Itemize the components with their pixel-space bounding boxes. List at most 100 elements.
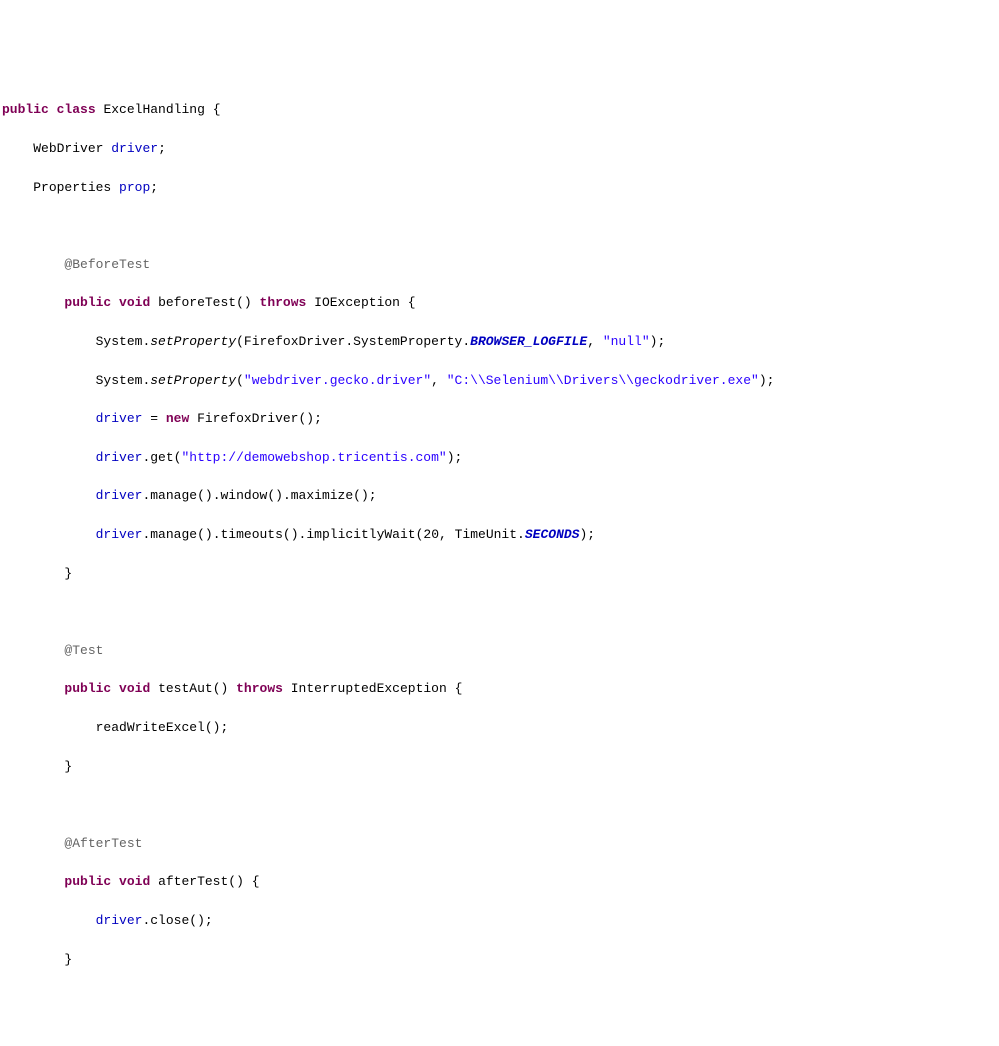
comma: , bbox=[439, 527, 447, 542]
dot: . bbox=[142, 527, 150, 542]
brace-close: } bbox=[64, 759, 72, 774]
paren-close: ) bbox=[447, 450, 455, 465]
string-null: "null" bbox=[603, 334, 650, 349]
dot: . bbox=[213, 488, 221, 503]
code-line: driver.close(); bbox=[2, 911, 997, 930]
semicolon: ; bbox=[220, 720, 228, 735]
code-line: public void testAut() throws Interrupted… bbox=[2, 679, 997, 698]
field-driver: driver bbox=[96, 450, 143, 465]
class-system-property: SystemProperty bbox=[353, 334, 462, 349]
keyword-public: public bbox=[64, 681, 111, 696]
field-driver: driver bbox=[96, 488, 143, 503]
paren-open: ( bbox=[283, 527, 291, 542]
semicolon: ; bbox=[369, 488, 377, 503]
string-gecko-path: "C:\\Selenium\\Drivers\\geckodriver.exe" bbox=[447, 373, 759, 388]
brace-open: { bbox=[252, 874, 260, 889]
code-line: readWriteExcel(); bbox=[2, 718, 997, 737]
brace-open: { bbox=[213, 102, 221, 117]
semicolon: ; bbox=[158, 141, 166, 156]
code-line: public void beforeTest() throws IOExcept… bbox=[2, 293, 997, 312]
method-maximize: maximize bbox=[291, 488, 353, 503]
keyword-public: public bbox=[64, 874, 111, 889]
semicolon: ; bbox=[455, 450, 463, 465]
method-manage: manage bbox=[150, 488, 197, 503]
paren-close: ) bbox=[291, 527, 299, 542]
code-line: @BeforeTest bbox=[2, 255, 997, 274]
brace-close: } bbox=[64, 566, 72, 581]
paren-close: ) bbox=[244, 295, 252, 310]
dot: . bbox=[283, 488, 291, 503]
paren-close: ) bbox=[213, 720, 221, 735]
class-name: ExcelHandling bbox=[103, 102, 204, 117]
method-manage: manage bbox=[150, 527, 197, 542]
keyword-throws: throws bbox=[260, 295, 307, 310]
keyword-void: void bbox=[119, 874, 150, 889]
code-line: System.setProperty(FirefoxDriver.SystemP… bbox=[2, 332, 997, 351]
method-set-property: setProperty bbox=[150, 373, 236, 388]
type-ioexception: IOException bbox=[314, 295, 400, 310]
code-line: driver.manage().window().maximize(); bbox=[2, 486, 997, 505]
code-line: public class ExcelHandling { bbox=[2, 100, 997, 119]
annotation-after-test: @AfterTest bbox=[64, 836, 142, 851]
paren-close: ) bbox=[221, 681, 229, 696]
dot: . bbox=[345, 334, 353, 349]
paren-close: ) bbox=[361, 488, 369, 503]
keyword-new: new bbox=[166, 411, 189, 426]
dot: . bbox=[213, 527, 221, 542]
paren-open: ( bbox=[228, 874, 236, 889]
keyword-void: void bbox=[119, 295, 150, 310]
code-line: } bbox=[2, 757, 997, 776]
method-before-test: beforeTest bbox=[158, 295, 236, 310]
paren-close: ) bbox=[236, 874, 244, 889]
code-blank-line bbox=[2, 216, 997, 235]
type-interrupted-exception: InterruptedException bbox=[291, 681, 447, 696]
method-implicitly-wait: implicitlyWait bbox=[306, 527, 415, 542]
code-line: } bbox=[2, 564, 997, 583]
number-20: 20 bbox=[423, 527, 439, 542]
field-driver: driver bbox=[96, 411, 143, 426]
code-line: public void afterTest() { bbox=[2, 872, 997, 891]
semicolon: ; bbox=[587, 527, 595, 542]
class-system: System bbox=[96, 373, 143, 388]
paren-open: ( bbox=[213, 681, 221, 696]
paren-open: ( bbox=[189, 913, 197, 928]
paren-open: ( bbox=[197, 527, 205, 542]
constant-seconds: SECONDS bbox=[525, 527, 580, 542]
method-test-aut: testAut bbox=[158, 681, 213, 696]
code-line: Properties prop; bbox=[2, 178, 997, 197]
code-line: @AfterTest bbox=[2, 834, 997, 853]
method-after-test: afterTest bbox=[158, 874, 228, 889]
code-blank-line bbox=[2, 602, 997, 621]
code-block: public class ExcelHandling { WebDriver d… bbox=[2, 81, 997, 988]
paren-close: ) bbox=[306, 411, 314, 426]
class-timeunit: TimeUnit bbox=[455, 527, 517, 542]
dot: . bbox=[299, 527, 307, 542]
constant-browser-logfile: BROWSER_LOGFILE bbox=[470, 334, 587, 349]
method-read-write-excel: readWriteExcel bbox=[96, 720, 205, 735]
code-line: WebDriver driver; bbox=[2, 139, 997, 158]
field-driver: driver bbox=[96, 913, 143, 928]
paren-close: ) bbox=[275, 488, 283, 503]
keyword-void: void bbox=[119, 681, 150, 696]
keyword-throws: throws bbox=[236, 681, 283, 696]
keyword-public: public bbox=[64, 295, 111, 310]
code-line: System.setProperty("webdriver.gecko.driv… bbox=[2, 371, 997, 390]
dot: . bbox=[462, 334, 470, 349]
code-line: } bbox=[2, 950, 997, 969]
annotation-test: @Test bbox=[64, 643, 103, 658]
class-firefox-driver: FirefoxDriver bbox=[244, 334, 345, 349]
brace-close: } bbox=[64, 952, 72, 967]
field-prop: prop bbox=[119, 180, 150, 195]
class-system: System bbox=[96, 334, 143, 349]
code-line: driver.manage().timeouts().implicitlyWai… bbox=[2, 525, 997, 544]
brace-open: { bbox=[455, 681, 463, 696]
equals: = bbox=[142, 411, 165, 426]
paren-close: ) bbox=[197, 913, 205, 928]
code-line: driver = new FirefoxDriver(); bbox=[2, 409, 997, 428]
paren-open: ( bbox=[236, 334, 244, 349]
type-webdriver: WebDriver bbox=[33, 141, 103, 156]
paren-open: ( bbox=[236, 373, 244, 388]
paren-close: ) bbox=[205, 488, 213, 503]
paren-open: ( bbox=[236, 295, 244, 310]
code-blank-line bbox=[2, 795, 997, 814]
